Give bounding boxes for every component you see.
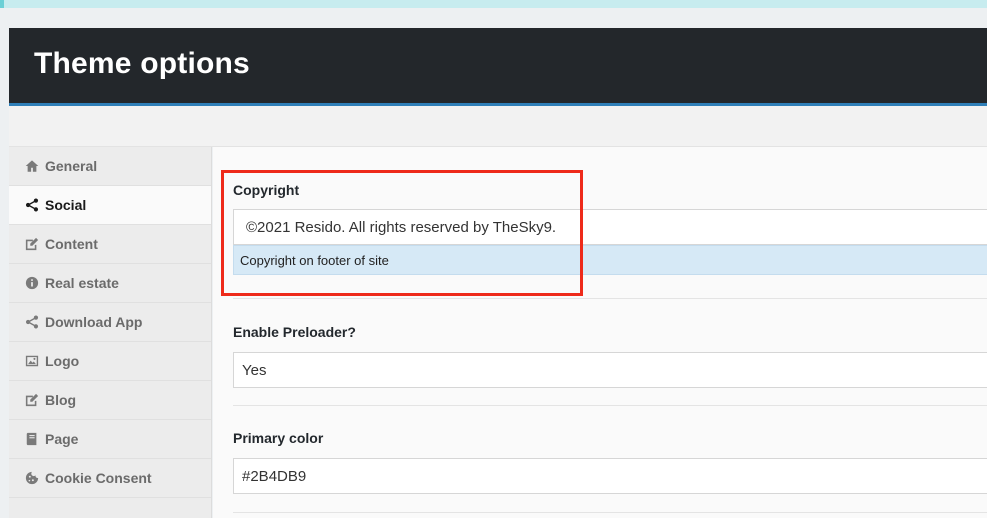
sidebar-item-general[interactable]: General [9,147,211,186]
sidebar-item-label: Download App [45,314,143,330]
sidebar-item-label: Blog [45,392,77,408]
sidebar-item-label: General [45,158,98,174]
field-divider [233,405,987,406]
sidebar-item-content[interactable]: Content [9,225,211,264]
share-icon [25,315,39,329]
sidebar-item-real-estate[interactable]: Real estate [9,264,211,303]
image-icon [25,354,39,368]
sidebar-item-download-app[interactable]: Download App [9,303,211,342]
info-icon [25,276,39,290]
sidebar-item-cookie-consent[interactable]: Cookie Consent [9,459,211,498]
primary-color-input[interactable]: #2B4DB9 [233,458,987,494]
sidebar-item-label: Cookie Consent [45,470,152,486]
notice-bar [0,0,987,8]
primary-color-field: Primary color #2B4DB9 [233,430,987,494]
preloader-field: Enable Preloader? Yes [233,324,987,388]
sidebar-item-logo[interactable]: Logo [9,342,211,381]
toolbar-strip [9,106,987,147]
book-icon [25,432,39,446]
sidebar-item-label: Social [45,197,87,213]
edit-icon [25,393,39,407]
sidebar-item-label: Logo [45,353,80,369]
cookie-icon [25,471,39,485]
page-title: Theme options [34,47,250,80]
sidebar-item-page[interactable]: Page [9,420,211,459]
sidebar-item-blog[interactable]: Blog [9,381,211,420]
sidebar: General Social Content Real estate Downl… [9,147,212,518]
edit-icon [25,237,39,251]
sidebar-item-label: Content [45,236,98,252]
highlight-box [221,170,583,296]
field-divider [233,512,987,513]
field-divider [233,298,987,299]
preloader-label: Enable Preloader? [233,324,356,340]
primary-color-label: Primary color [233,430,324,446]
share-icon [25,198,39,212]
page-header: Theme options [9,28,987,106]
sidebar-item-label: Page [45,431,79,447]
sidebar-item-label: Real estate [45,275,119,291]
preloader-select[interactable]: Yes [233,352,987,388]
home-icon [25,159,39,173]
sidebar-item-social[interactable]: Social [9,186,211,225]
